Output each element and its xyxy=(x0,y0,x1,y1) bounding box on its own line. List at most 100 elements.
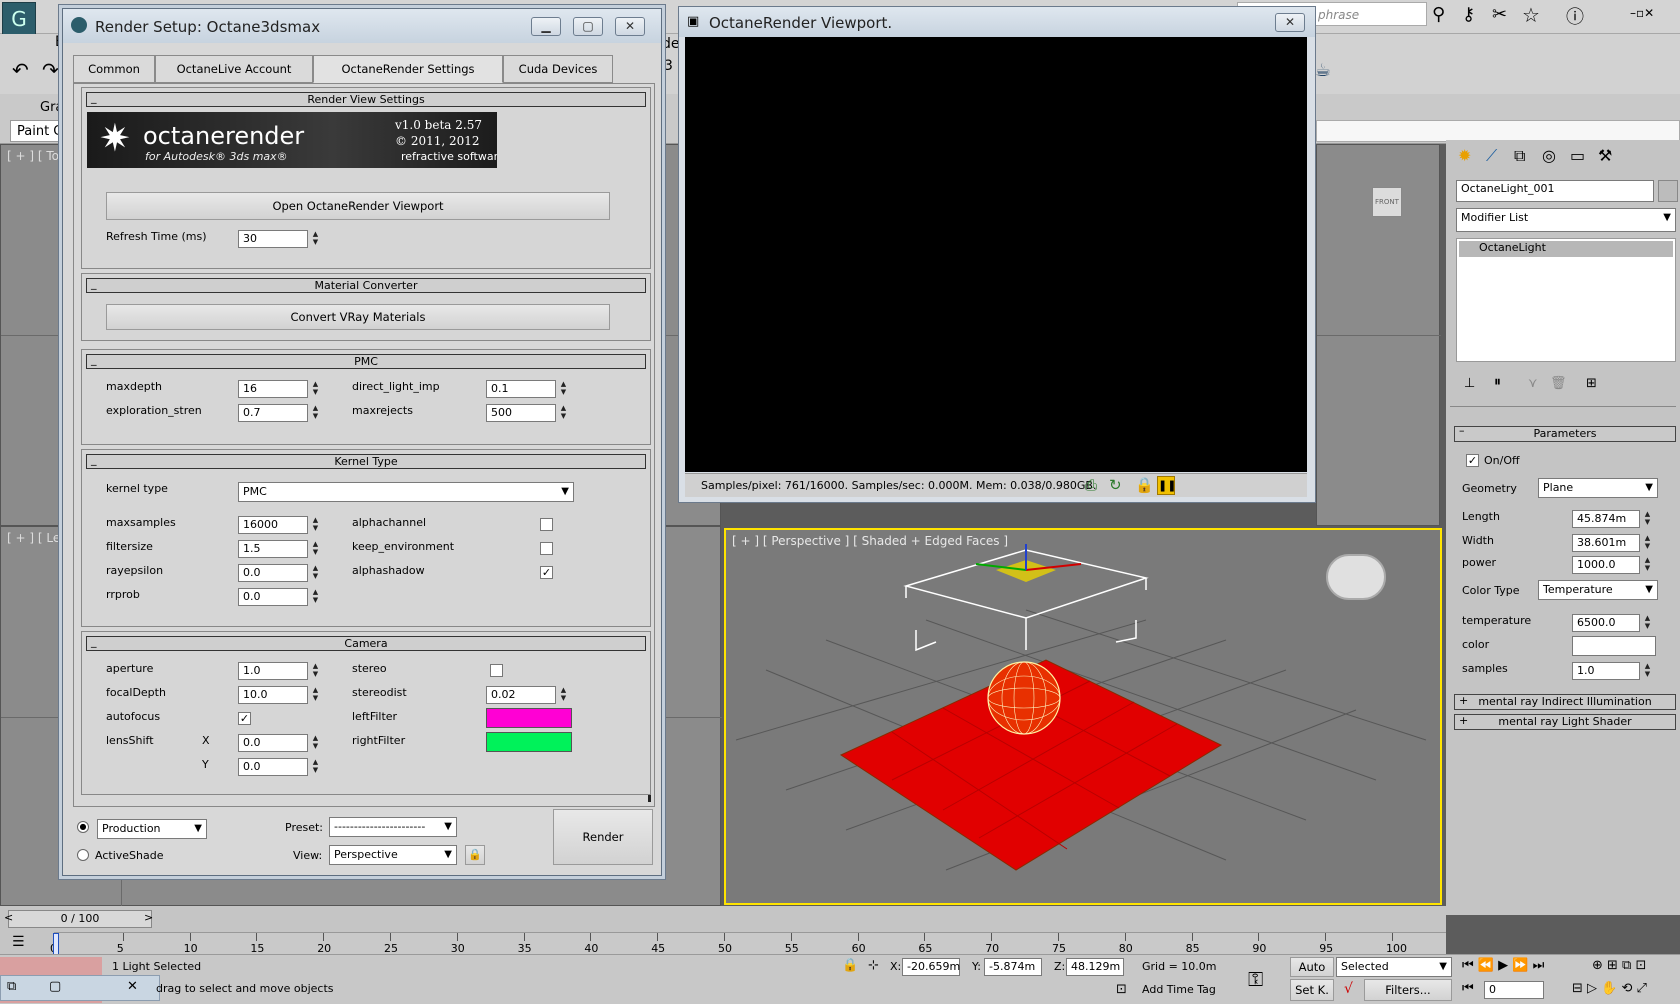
refresh-time-field[interactable]: 30 xyxy=(238,230,308,248)
rollout-header[interactable]: _ PMC xyxy=(86,353,646,369)
z-coordinate-field[interactable]: 48.129m xyxy=(1066,958,1124,976)
star-icon[interactable]: ☆ xyxy=(1522,3,1540,27)
right-filter-swatch[interactable] xyxy=(486,732,572,752)
production-dropdown[interactable]: Production ▼ xyxy=(97,819,207,839)
tab-octanelive-account[interactable]: OctaneLive Account xyxy=(155,55,313,83)
current-frame-field[interactable]: 0 xyxy=(1484,981,1544,999)
alphachannel-checkbox[interactable] xyxy=(540,518,553,531)
redo-icon[interactable]: ↷ xyxy=(42,58,59,82)
maximize-icon[interactable]: ▢ xyxy=(49,979,61,994)
set-key-icon[interactable]: ⚿ xyxy=(1248,967,1263,991)
restart-icon[interactable]: ↻ xyxy=(1109,476,1122,494)
add-time-tag-button[interactable]: Add Time Tag xyxy=(1142,983,1216,996)
length-spinner[interactable]: ▲ ▼ xyxy=(1642,510,1653,528)
kernel-type-dropdown[interactable]: PMC ▼ xyxy=(238,482,574,502)
modify-tab-icon[interactable]: ⟋ xyxy=(1486,146,1497,166)
left-filter-swatch[interactable] xyxy=(486,708,572,728)
maxdepth-field[interactable]: 16 xyxy=(238,380,308,398)
focaldepth-spinner[interactable]: ▲ ▼ xyxy=(310,686,321,704)
transform-mode-icon[interactable]: ⊹ xyxy=(868,958,879,973)
color-swatch[interactable] xyxy=(1572,636,1656,656)
close-icon[interactable]: ✕ xyxy=(127,979,138,994)
filtersize-spinner[interactable]: ▲ ▼ xyxy=(310,540,321,558)
x-coordinate-field[interactable]: -20.659m xyxy=(902,958,960,976)
auto-key-button[interactable]: Auto xyxy=(1290,957,1334,977)
teapot-icon[interactable]: ☕ xyxy=(1315,60,1331,81)
object-name-field[interactable]: OctaneLight_001 xyxy=(1456,180,1654,202)
display-tab-icon[interactable]: ▭ xyxy=(1570,146,1585,165)
help-icon[interactable]: ⓘ xyxy=(1566,3,1584,29)
refresh-time-spinner[interactable]: ▲ ▼ xyxy=(310,230,321,248)
viewport-nav-icons[interactable]: ⊕ ⊞ ⧉ ⊡ xyxy=(1592,958,1646,973)
stereo-checkbox[interactable] xyxy=(490,664,503,677)
set-key-button[interactable]: Set K. xyxy=(1290,979,1334,1001)
filters-button[interactable]: Filters... xyxy=(1364,979,1452,1001)
render-button[interactable]: Render xyxy=(553,809,653,865)
timeline-track[interactable]: 0510152025303540455055606570758085909510… xyxy=(50,932,1446,956)
lock-selection-icon[interactable]: 🔒 xyxy=(842,958,858,973)
save-image-icon[interactable]: ⎙ xyxy=(1085,476,1097,494)
rollout-indirect-illumination[interactable]: + mental ray Indirect Illumination xyxy=(1454,694,1676,710)
power-spinner[interactable]: ▲ ▼ xyxy=(1642,556,1653,574)
restore-icon[interactable]: ⧉ xyxy=(7,979,16,994)
hierarchy-tab-icon[interactable]: ⧉ xyxy=(1514,146,1525,166)
samples-spinner[interactable]: ▲ ▼ xyxy=(1642,662,1653,680)
exchange-icon[interactable]: ✂ xyxy=(1492,4,1507,25)
onoff-checkbox[interactable]: ✓ xyxy=(1466,454,1479,467)
prev-frame-icon[interactable]: < xyxy=(4,911,13,924)
time-slider[interactable]: 0 / 100 xyxy=(8,910,152,928)
maxdepth-spinner[interactable]: ▲ ▼ xyxy=(310,380,321,398)
rollout-light-shader[interactable]: + mental ray Light Shader xyxy=(1454,714,1676,730)
lock-icon[interactable]: 🔒 xyxy=(1135,476,1154,494)
close-button[interactable]: ✕ xyxy=(1275,13,1305,32)
open-viewport-button[interactable]: Open OctaneRender Viewport xyxy=(106,192,610,220)
configure-sets-icon[interactable]: ⊞ xyxy=(1586,376,1597,391)
key-filter-dropdown[interactable]: Selected ▼ xyxy=(1336,957,1452,977)
color-type-dropdown[interactable]: Temperature ▼ xyxy=(1538,580,1658,600)
width-spinner[interactable]: ▲ ▼ xyxy=(1642,534,1653,552)
maxrejects-spinner[interactable]: ▲ ▼ xyxy=(558,404,569,422)
stack-item[interactable]: OctaneLight xyxy=(1459,241,1673,257)
motion-tab-icon[interactable]: ◎ xyxy=(1542,146,1556,165)
key-icon[interactable]: ⚷ xyxy=(1462,4,1475,25)
lensshift-x-field[interactable]: 0.0 xyxy=(238,734,308,752)
make-unique-icon[interactable]: ⋎ xyxy=(1528,376,1538,391)
modifier-list-dropdown[interactable]: Modifier List ▼ xyxy=(1456,208,1676,232)
rayepsilon-field[interactable]: 0.0 xyxy=(238,564,308,582)
top-right-viewport[interactable]: FRONT xyxy=(1316,144,1441,526)
ribbon-tab-graphite[interactable]: Gra xyxy=(40,100,63,115)
key-mode-toggle-icon[interactable]: ⏮ xyxy=(1462,981,1474,996)
show-end-result-icon[interactable]: ⏸ xyxy=(1494,374,1501,390)
close-button[interactable]: ✕ xyxy=(615,17,645,36)
maxrejects-field[interactable]: 500 xyxy=(486,404,556,422)
lensshift-x-spinner[interactable]: ▲ ▼ xyxy=(310,734,321,752)
undo-icon[interactable]: ↶ xyxy=(12,58,29,82)
ribbon-tab-paint[interactable]: Paint C xyxy=(10,120,65,142)
rollout-header[interactable]: _ Render View Settings xyxy=(86,91,646,107)
rollout-header[interactable]: _ Material Converter xyxy=(86,277,646,293)
playback-controls[interactable]: ⏮ ⏪ ▶ ⏩ ⏭ xyxy=(1462,958,1544,973)
temperature-field[interactable]: 6500.0 xyxy=(1572,614,1640,632)
aperture-spinner[interactable]: ▲ ▼ xyxy=(310,662,321,680)
parameters-rollout-header[interactable]: – Parameters xyxy=(1454,424,1676,442)
remove-modifier-icon[interactable]: 🗑 xyxy=(1550,376,1567,391)
temperature-spinner[interactable]: ▲ ▼ xyxy=(1642,614,1653,632)
next-frame-icon[interactable]: > xyxy=(144,911,153,924)
tab-common[interactable]: Common xyxy=(73,55,155,83)
maximize-button[interactable]: ▢ xyxy=(573,17,603,36)
stereodist-spinner[interactable]: ▲ ▼ xyxy=(558,686,569,704)
viewcube-front[interactable]: FRONT xyxy=(1372,187,1402,217)
object-color-swatch[interactable] xyxy=(1658,180,1678,202)
time-tag-icon[interactable]: ⊡ xyxy=(1116,982,1127,997)
app-logo-icon[interactable]: G xyxy=(2,2,36,36)
convert-vray-button[interactable]: Convert VRay Materials xyxy=(106,304,610,330)
exploration-spinner[interactable]: ▲ ▼ xyxy=(310,404,321,422)
utilities-tab-icon[interactable]: ⚒ xyxy=(1598,146,1612,165)
viewport-nav-icons-2[interactable]: ⊟ ▷ ✋ ⟲ ⤢ xyxy=(1572,981,1647,996)
lock-view-button[interactable]: 🔒 xyxy=(465,845,485,865)
samples-field[interactable]: 1.0 xyxy=(1572,662,1640,680)
modifier-stack[interactable]: OctaneLight xyxy=(1456,238,1676,362)
create-tab-icon[interactable]: ✹ xyxy=(1458,146,1471,165)
pin-stack-icon[interactable]: ⊥ xyxy=(1464,376,1475,391)
stereodist-field[interactable]: 0.02 xyxy=(486,686,556,704)
